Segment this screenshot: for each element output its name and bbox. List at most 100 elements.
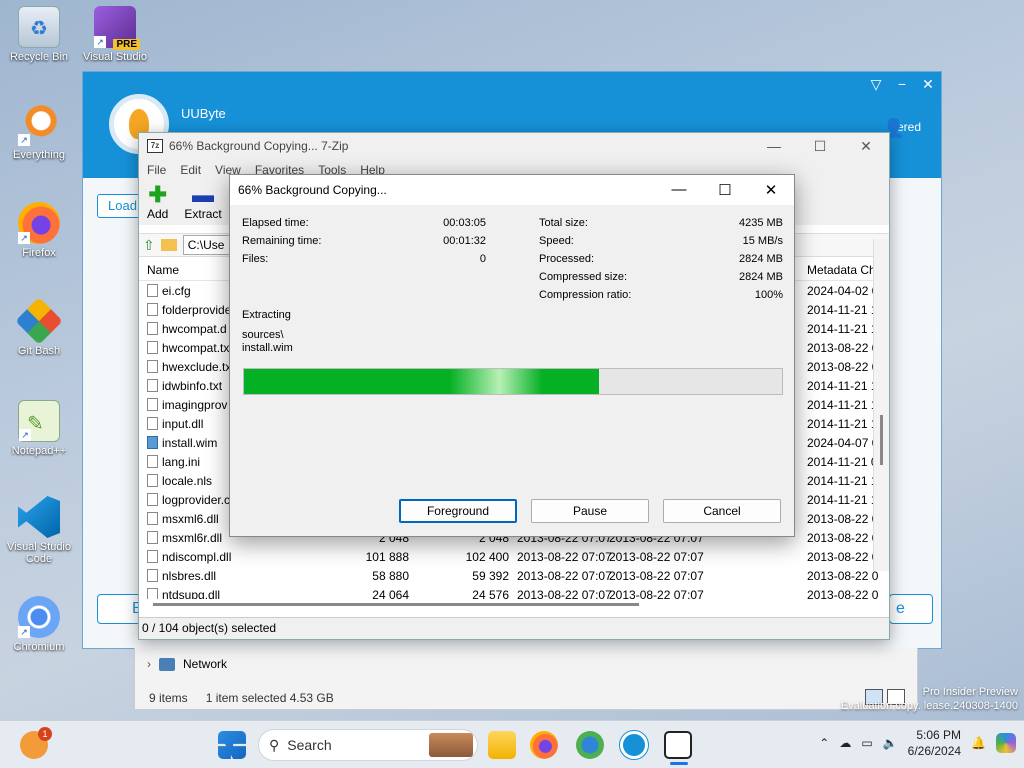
copilot-icon[interactable] [996, 733, 1016, 753]
desktop-icon-label: Chromium [13, 641, 65, 653]
stat-value: 100% [754, 289, 783, 301]
cancel-button[interactable]: Cancel [663, 499, 781, 523]
stat-value: 2824 MB [738, 253, 783, 265]
chevron-up-icon[interactable]: ⌃ [819, 736, 829, 750]
uubyte-close-button[interactable]: ✕ [915, 72, 941, 96]
uubyte-minimize-button[interactable]: − [889, 72, 915, 96]
system-tray: ⌃ ☁ ▭ 🔈 5:06 PM 6/26/2024 🔔 [819, 727, 1016, 759]
file-icon [147, 341, 158, 354]
stat-label: Compression ratio: [539, 289, 632, 301]
desktop-icon-visual-studio[interactable]: ↗ PRE Visual Studio [80, 6, 150, 63]
stat-row: Compression ratio: 100% [539, 289, 783, 307]
cloud-offline-icon[interactable]: ☁ [839, 736, 851, 750]
dialog-close-button[interactable]: ✕ [748, 181, 794, 199]
metadata-cell: 2013-08-22 0 [807, 568, 879, 583]
firefox-taskbar-icon[interactable] [530, 731, 558, 759]
uubyte-load-button[interactable]: Load [97, 194, 141, 218]
file-icon [147, 455, 158, 468]
desktop-icon-git-bash[interactable]: Git Bash [4, 297, 74, 357]
7zip-taskbar-icon[interactable] [664, 731, 692, 765]
file-icon [147, 379, 158, 392]
uubyte-taskbar-icon[interactable] [619, 730, 649, 760]
modified-cell: 2013-08-22 07:07 [517, 549, 612, 564]
operation-label: Extracting [242, 309, 291, 321]
progress-dialog: 66% Background Copying... — ☐ ✕ Elapsed … [229, 174, 795, 537]
pre-badge: PRE [113, 39, 140, 50]
dialog-maximize-button[interactable]: ☐ [702, 181, 748, 199]
clock[interactable]: 5:06 PM 6/26/2024 [908, 727, 961, 759]
file-icon [147, 550, 158, 563]
add-button[interactable]: ✚ Add [147, 184, 168, 222]
stat-value: 00:03:05 [443, 217, 486, 229]
up-folder-icon[interactable]: ⇧ [143, 237, 155, 254]
clock-date: 6/26/2024 [907, 744, 962, 758]
stat-label: Total size: [539, 217, 588, 229]
display-icon[interactable]: ▭ [861, 736, 872, 750]
weather-icon[interactable]: 1 [20, 727, 52, 759]
selection-info: 1 item selected 4.53 GB [205, 691, 334, 705]
uubyte-app-name: UUByte [181, 106, 226, 121]
file-icon [147, 398, 158, 411]
file-icon [147, 512, 158, 525]
stat-label: Compressed size: [539, 271, 628, 283]
menu-file[interactable]: File [147, 163, 166, 177]
desktop-icon-recycle-bin[interactable]: ♻ Recycle Bin [4, 6, 74, 63]
stat-row: Total size: 4235 MB [539, 217, 783, 235]
nav-item-network[interactable]: Network [183, 657, 227, 671]
minimize-button[interactable]: — [751, 138, 797, 155]
current-file: install.wim [242, 342, 293, 354]
uubyte-bottom-right-button[interactable]: e [889, 594, 933, 624]
desktop-icon-firefox[interactable]: ↗ Firefox [4, 202, 74, 259]
table-row[interactable]: ndiscompl.dll 101 888 102 400 2013-08-22 07… [139, 547, 879, 566]
desktop-icon-vscode[interactable]: Visual Studio Code [4, 496, 74, 565]
modified-cell: 2013-08-22 07:07 [517, 568, 612, 583]
search-placeholder: Search [287, 737, 332, 753]
desktop-icon-chromium[interactable]: ↗ Chromium [4, 596, 74, 653]
column-header-name[interactable]: Name [147, 263, 179, 277]
horizontal-scrollbar[interactable] [153, 601, 853, 607]
metadata-cell: 2024-04-07 0 [807, 435, 879, 450]
file-icon [147, 284, 158, 297]
file-icon [147, 569, 158, 582]
maximize-button[interactable]: ☐ [797, 138, 843, 155]
bell-icon[interactable]: 🔔 [971, 736, 986, 750]
start-button[interactable] [218, 731, 246, 759]
stat-row: Elapsed time: 00:03:05 [242, 217, 486, 235]
network-globe-icon[interactable] [576, 731, 604, 759]
metadata-cell: 2014-11-21 0 [807, 454, 878, 469]
uubyte-bottom-left-button[interactable]: B [97, 594, 143, 624]
extract-button[interactable]: ▬ Extract [184, 184, 221, 222]
desktop-icon-label: Git Bash [17, 345, 61, 357]
7zip-title: 66% Background Copying... 7-Zip [169, 139, 349, 153]
file-explorer-icon[interactable] [488, 731, 516, 759]
volume-icon[interactable]: 🔈 [883, 736, 898, 750]
file-icon [147, 436, 158, 449]
column-header-metadata[interactable]: Metadata Ch [807, 263, 876, 277]
metadata-cell: 2013-08-22 0 [807, 549, 879, 564]
table-row[interactable]: ntdsupg.dll 24 064 24 576 2013-08-22 07:07 2… [139, 585, 879, 599]
desktop-icon-everything[interactable]: ↗ Everything [4, 104, 74, 161]
search-highlight-icon [429, 733, 473, 757]
file-icon [147, 531, 158, 544]
dialog-minimize-button[interactable]: — [656, 181, 702, 199]
packed-size-cell: 24 576 [472, 587, 509, 600]
metadata-cell: 2013-08-22 0 [807, 511, 879, 526]
network-icon [159, 657, 175, 671]
desktop-icon-notepadpp[interactable]: ✎ ↗ Notepad++ [4, 400, 74, 457]
file-icon [147, 417, 158, 430]
visual-studio-icon: ↗ PRE [94, 6, 140, 50]
table-row[interactable]: nlsbres.dll 58 880 59 392 2013-08-22 07:07 2… [139, 566, 879, 585]
pause-button[interactable]: Pause [531, 499, 649, 523]
close-button[interactable]: ✕ [843, 138, 889, 155]
chevron-right-icon[interactable]: › [147, 657, 151, 671]
desktop-icon-label: Visual Studio [82, 51, 147, 63]
vertical-scrollbar[interactable] [873, 239, 889, 571]
packed-size-cell: 102 400 [465, 549, 509, 564]
packed-size-cell: 59 392 [472, 568, 509, 583]
uubyte-menu-icon[interactable]: ▽ [863, 72, 889, 96]
shortcut-arrow-icon: ↗ [94, 36, 106, 48]
menu-edit[interactable]: Edit [180, 163, 201, 177]
taskbar-search[interactable]: ⚲ Search [258, 729, 478, 761]
foreground-button[interactable]: Foreground [399, 499, 517, 523]
file-name-cell: ntdsupg.dll [139, 588, 349, 599]
